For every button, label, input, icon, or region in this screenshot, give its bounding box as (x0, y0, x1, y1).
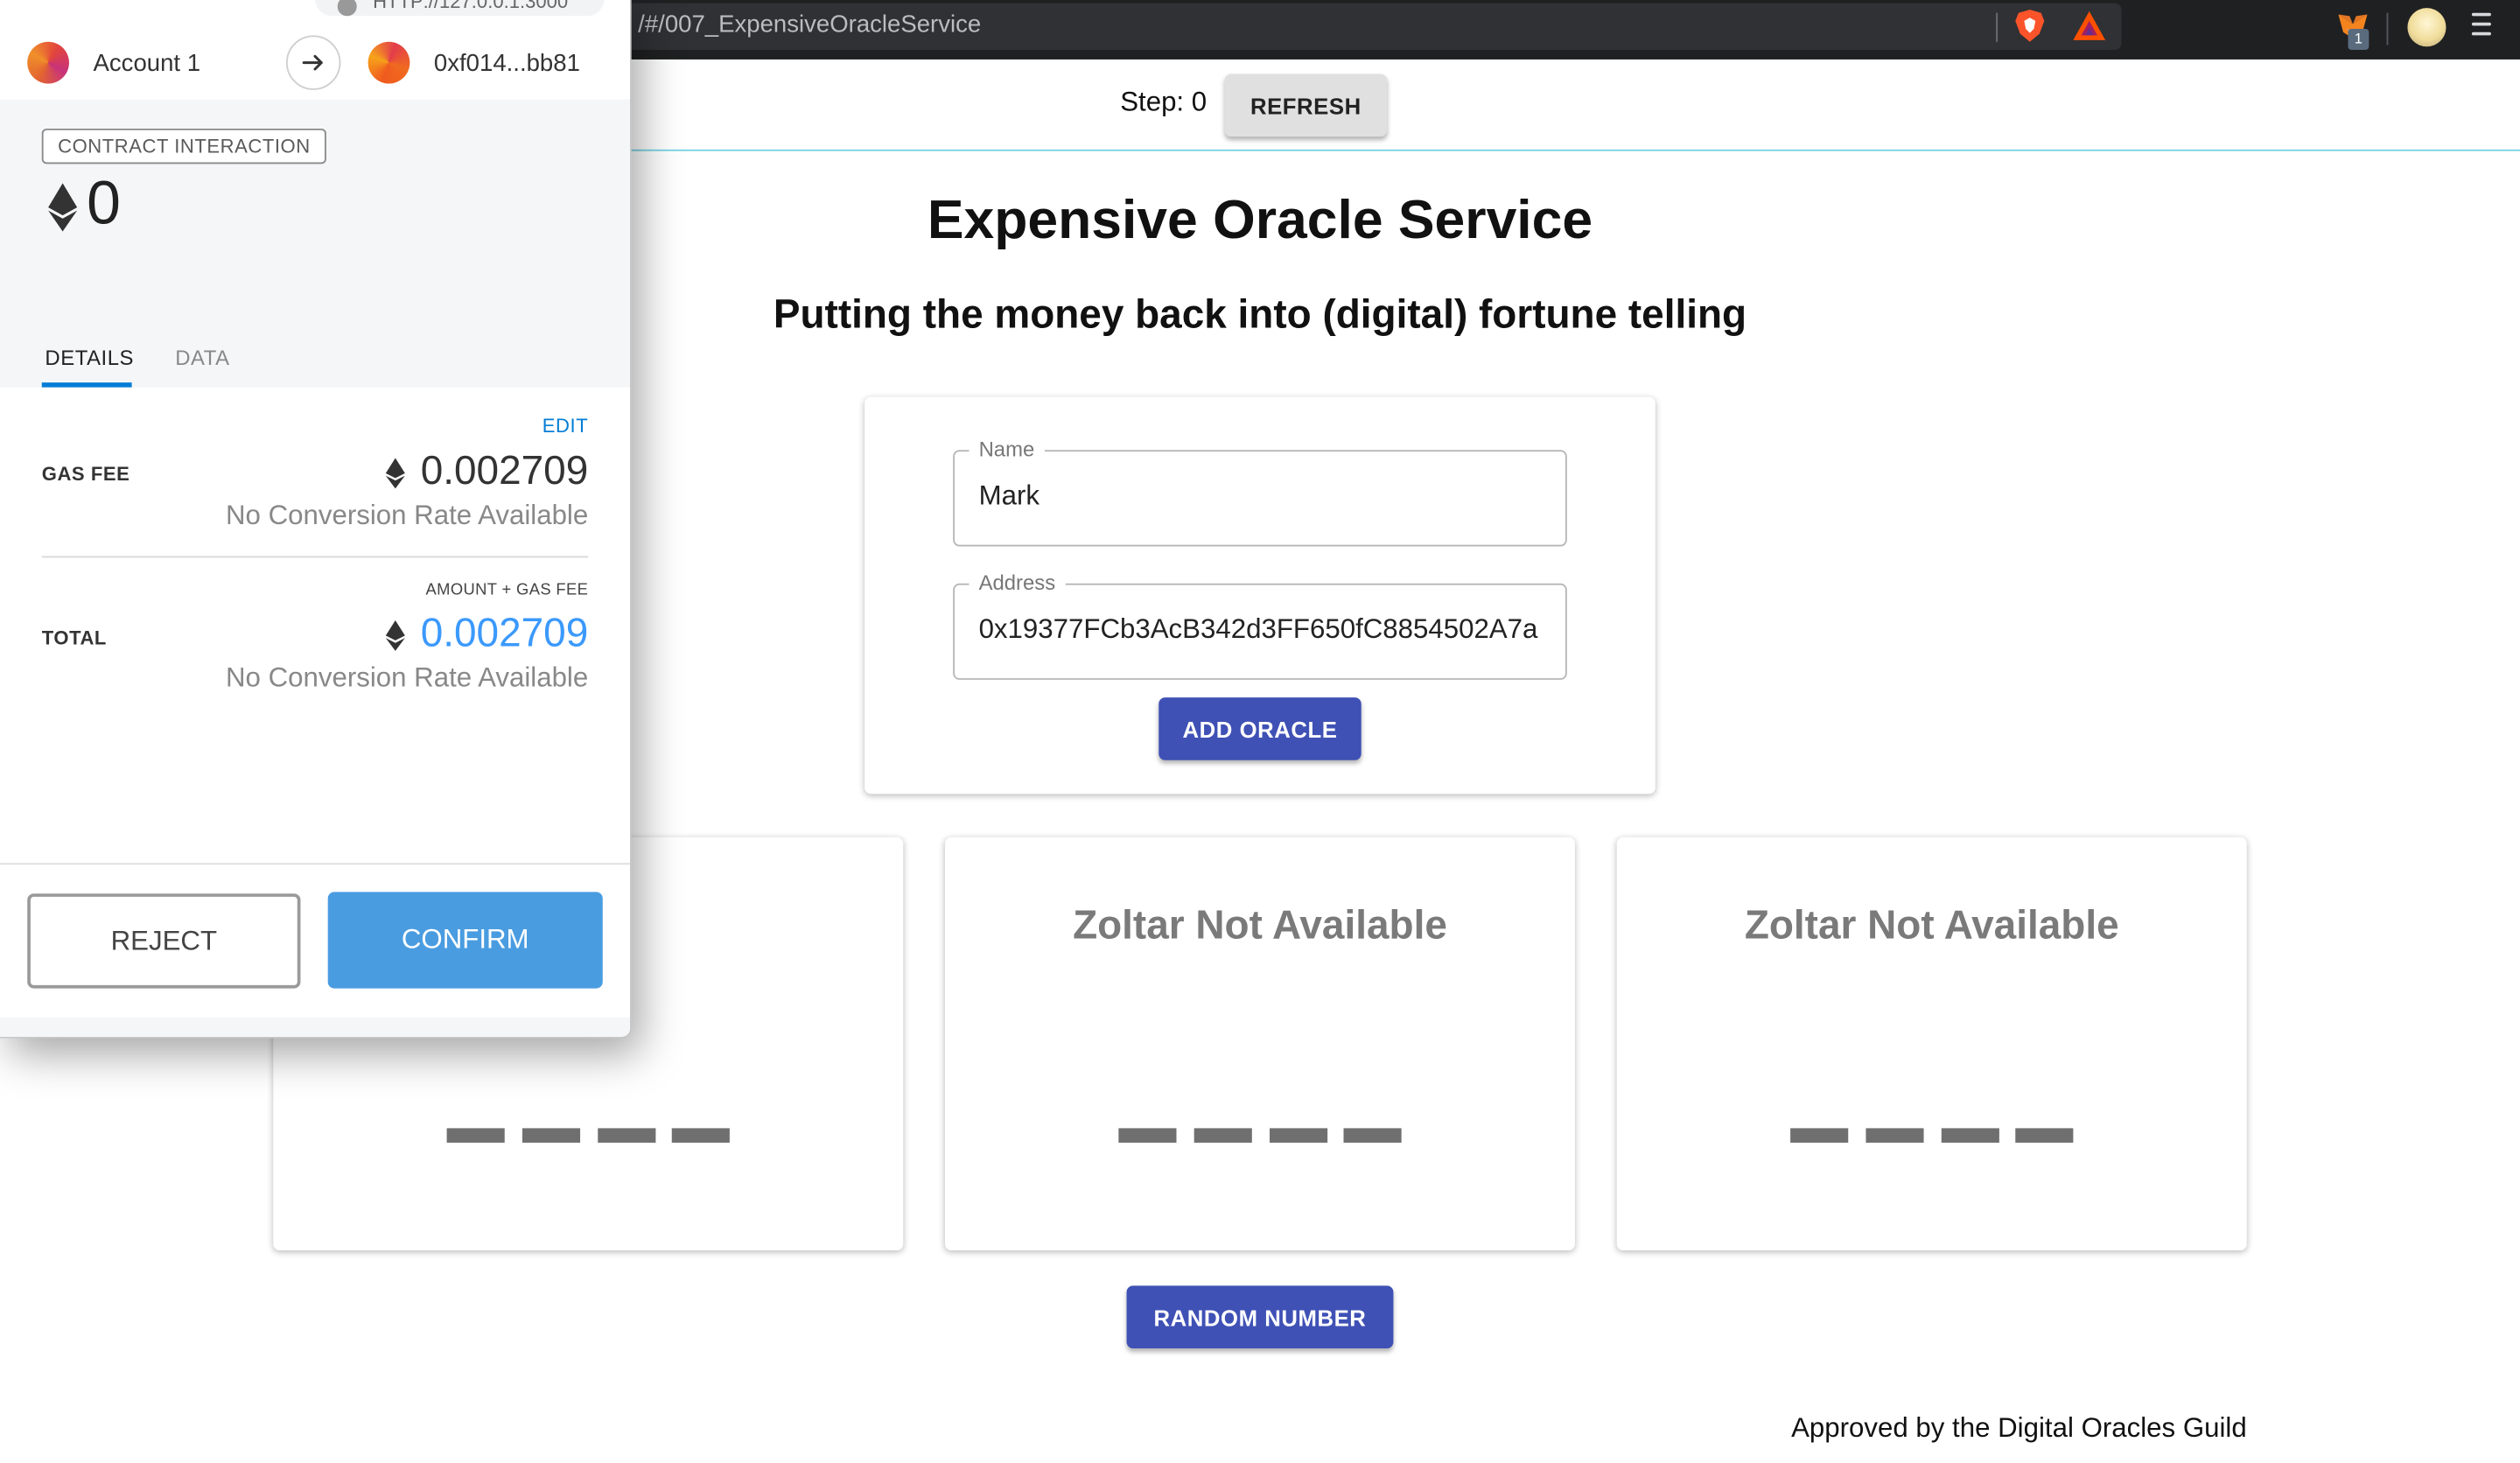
total-sub-label: AMOUNT + GAS FEE (425, 581, 589, 600)
ethereum-icon (385, 458, 405, 489)
account-bar: Account 1 0xf014...bb81 (0, 16, 630, 102)
from-account-name[interactable]: Account 1 (94, 50, 201, 77)
page-subtitle: Putting the money back into (digital) fo… (773, 292, 1747, 338)
oracle-card: Zoltar Not Available (944, 836, 1575, 1250)
total-value: 0.002709 (420, 610, 589, 656)
add-oracle-form: Name Mark Address 0x19377FCb3AcB342d3FF6… (864, 396, 1656, 794)
oracle-number-placeholder (1118, 1128, 1402, 1143)
oracle-card-title: Zoltar Not Available (1744, 903, 2119, 948)
footer-strip (0, 1017, 630, 1037)
profile-avatar-icon[interactable] (2407, 8, 2446, 47)
ethereum-icon (385, 620, 405, 651)
address-bar-url[interactable]: /#/007_ExpensiveOracleService (638, 11, 981, 38)
site-origin: HTTP://127.0.0.1:3000 (373, 0, 569, 13)
divider (41, 556, 589, 558)
arrow-right-icon (285, 35, 341, 90)
gas-fee-conversion: No Conversion Rate Available (225, 500, 589, 531)
address-field-label: Address (969, 570, 1066, 597)
page-title: Expensive Oracle Service (927, 189, 1593, 251)
name-field-value[interactable]: Mark (979, 480, 1040, 513)
footer-text: Approved by the Digital Oracles Guild (1791, 1412, 2247, 1444)
popup-footer: REJECT CONFIRM (0, 863, 630, 1037)
confirm-button[interactable]: CONFIRM (327, 892, 603, 989)
ethereum-icon (48, 183, 78, 232)
toolbar-divider (2386, 12, 2389, 46)
transaction-amount: 0 (87, 170, 122, 238)
from-account-avatar (27, 41, 69, 84)
oracle-card-title: Zoltar Not Available (1073, 903, 1447, 948)
header-divider (629, 149, 2520, 151)
transaction-type-badge: CONTRACT INTERACTION (41, 128, 327, 164)
gas-fee-value: 0.002709 (420, 448, 589, 494)
edit-gas-link[interactable]: EDIT (542, 415, 588, 438)
active-tab-indicator (41, 382, 132, 388)
oracle-number-placeholder (446, 1128, 730, 1143)
info-icon (337, 0, 357, 17)
tab-data[interactable]: DATA (175, 346, 229, 370)
menu-icon[interactable] (2471, 12, 2491, 38)
random-number-button[interactable]: RANDOM NUMBER (1126, 1285, 1394, 1349)
total-label: TOTAL (41, 626, 107, 650)
brave-rewards-icon[interactable] (2072, 10, 2107, 42)
gas-fee-label: GAS FEE (41, 462, 130, 486)
oracle-number-placeholder (1790, 1128, 2074, 1143)
site-origin-pill: HTTP://127.0.0.1:3000 (314, 0, 605, 17)
to-address[interactable]: 0xf014...bb81 (434, 50, 580, 77)
step-indicator: Step: 0 (1120, 87, 1208, 118)
tab-details[interactable]: DETAILS (45, 346, 134, 370)
address-field[interactable]: Address 0x19377FCb3AcB342d3FF650fC885450… (953, 570, 1567, 680)
metamask-popup: HTTP://127.0.0.1:3000 Account 1 0xf014..… (0, 0, 632, 1039)
transaction-summary: CONTRACT INTERACTION 0 DETAILS DATA (0, 99, 630, 388)
to-address-avatar (368, 41, 410, 84)
refresh-button[interactable]: REFRESH (1224, 74, 1388, 137)
name-field[interactable]: Name Mark (953, 437, 1567, 547)
total-conversion: No Conversion Rate Available (225, 662, 589, 693)
screen: /#/007_ExpensiveOracleService 1 Step: 0 … (0, 0, 2520, 1462)
extension-badge: 1 (2348, 29, 2370, 50)
reject-button[interactable]: REJECT (27, 893, 301, 989)
oracle-card: Zoltar Not Available (1616, 836, 2247, 1250)
address-field-value[interactable]: 0x19377FCb3AcB342d3FF650fC8854502A7a (979, 614, 1538, 647)
add-oracle-button[interactable]: ADD ORACLE (1158, 697, 1362, 760)
toolbar-divider (1996, 12, 1998, 42)
brave-shields-icon[interactable] (2013, 8, 2046, 43)
name-field-label: Name (969, 437, 1045, 463)
